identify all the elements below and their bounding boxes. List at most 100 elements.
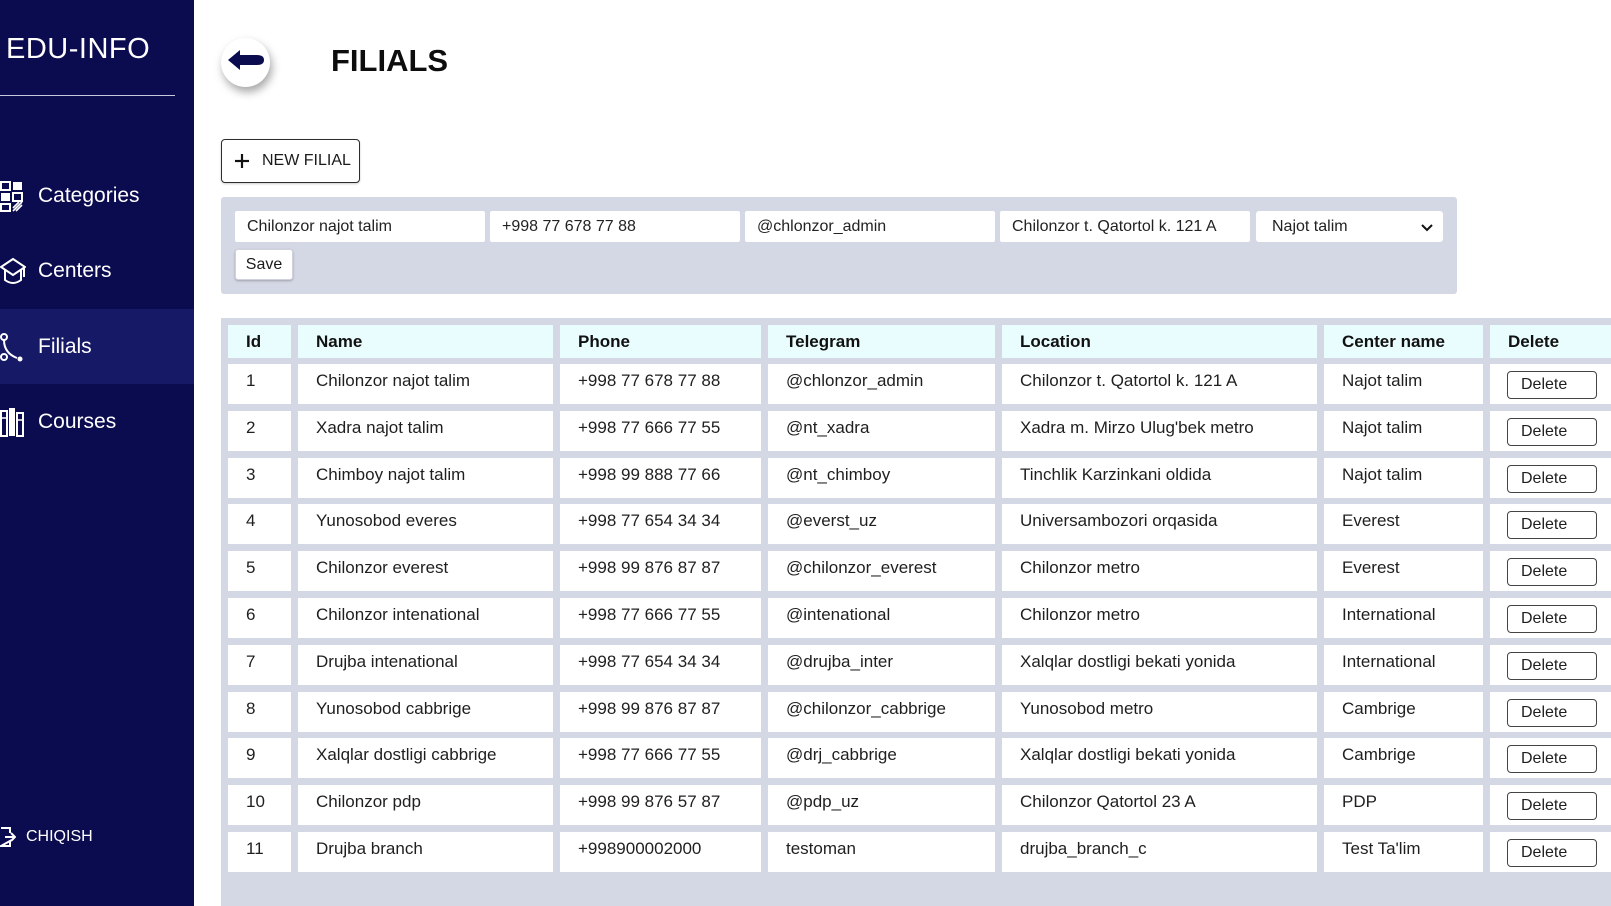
cell-id: 4: [228, 504, 291, 544]
cell-center-name: International: [1324, 645, 1483, 685]
sidebar-item-label: Categories: [38, 183, 140, 207]
cell-id: 11: [228, 832, 291, 872]
cell-center-name: Cambrige: [1324, 738, 1483, 778]
cell-location: Yunosobod metro: [1002, 692, 1317, 732]
telegram-field[interactable]: [745, 211, 995, 242]
cell-delete: Delete: [1490, 551, 1611, 591]
sidebar-item-label: Filials: [38, 334, 92, 358]
cell-delete: Delete: [1490, 364, 1611, 404]
delete-button[interactable]: Delete: [1507, 558, 1597, 586]
cell-location: Tinchlik Karzinkani oldida: [1002, 458, 1317, 498]
cell-telegram: @everst_uz: [768, 504, 995, 544]
delete-button[interactable]: Delete: [1507, 839, 1597, 867]
cell-center-name: Najot talim: [1324, 411, 1483, 451]
cell-name: Chilonzor pdp: [298, 785, 553, 825]
cell-location: Chilonzor metro: [1002, 598, 1317, 638]
cell-center-name: Everest: [1324, 504, 1483, 544]
cell-telegram: @drujba_inter: [768, 645, 995, 685]
cell-phone: +998 77 666 77 55: [560, 411, 761, 451]
cell-delete: Delete: [1490, 598, 1611, 638]
cell-name: Xadra najot talim: [298, 411, 553, 451]
cell-center-name: Najot talim: [1324, 364, 1483, 404]
sidebar-item-filials[interactable]: Filials: [0, 309, 194, 384]
cell-phone: +998 77 654 34 34: [560, 504, 761, 544]
logo-divider: [0, 95, 175, 96]
center-select[interactable]: Najot talim: [1256, 211, 1443, 242]
cell-id: 9: [228, 738, 291, 778]
app-logo: EDU-INFO: [6, 33, 151, 65]
cell-location: Chilonzor Qatortol 23 A: [1002, 785, 1317, 825]
cell-name: Yunosobod everes: [298, 504, 553, 544]
cell-delete: Delete: [1490, 645, 1611, 685]
back-button[interactable]: [221, 38, 270, 87]
location-field[interactable]: [1000, 211, 1250, 242]
column-header-id: Id: [228, 325, 291, 358]
plus-icon: [234, 153, 250, 169]
sidebar-item-courses[interactable]: Courses: [0, 384, 194, 459]
cell-phone: +998 77 678 77 88: [560, 364, 761, 404]
delete-button[interactable]: Delete: [1507, 792, 1597, 820]
phone-field[interactable]: [490, 211, 740, 242]
delete-button[interactable]: Delete: [1507, 511, 1597, 539]
delete-button[interactable]: Delete: [1507, 371, 1597, 399]
cell-delete: Delete: [1490, 411, 1611, 451]
cell-phone: +998900002000: [560, 832, 761, 872]
delete-button[interactable]: Delete: [1507, 652, 1597, 680]
new-filial-button[interactable]: NEW FILIAL: [221, 139, 360, 183]
cell-delete: Delete: [1490, 692, 1611, 732]
cell-center-name: Cambrige: [1324, 692, 1483, 732]
cell-name: Drujba intenational: [298, 645, 553, 685]
cell-id: 5: [228, 551, 291, 591]
cell-location: Xalqlar dostligi bekati yonida: [1002, 738, 1317, 778]
cell-location: Universambozori orqasida: [1002, 504, 1317, 544]
cell-id: 10: [228, 785, 291, 825]
sidebar-item-categories[interactable]: Categories: [0, 158, 194, 233]
sidebar-item-centers[interactable]: Centers: [0, 233, 194, 308]
delete-button[interactable]: Delete: [1507, 418, 1597, 446]
cell-delete: Delete: [1490, 738, 1611, 778]
delete-button[interactable]: Delete: [1507, 605, 1597, 633]
sidebar-item-label: Courses: [38, 409, 117, 433]
cell-phone: +998 77 666 77 55: [560, 598, 761, 638]
cell-name: Xalqlar dostligi cabbrige: [298, 738, 553, 778]
column-header-location: Location: [1002, 325, 1317, 358]
sidebar: EDU-INFO Categories Centers Filials Cour…: [0, 0, 194, 906]
cell-location: Xadra m. Mirzo Ulug'bek metro: [1002, 411, 1317, 451]
cell-center-name: Everest: [1324, 551, 1483, 591]
delete-button[interactable]: Delete: [1507, 745, 1597, 773]
cell-telegram: @nt_chimboy: [768, 458, 995, 498]
cell-location: Xalqlar dostligi bekati yonida: [1002, 645, 1317, 685]
cell-telegram: testoman: [768, 832, 995, 872]
cell-id: 3: [228, 458, 291, 498]
cell-telegram: @chilonzor_everest: [768, 551, 995, 591]
cell-phone: +998 99 876 87 87: [560, 551, 761, 591]
logout-icon: [0, 825, 16, 849]
cell-telegram: @chilonzor_cabbrige: [768, 692, 995, 732]
cell-id: 2: [228, 411, 291, 451]
cell-location: drujba_branch_c: [1002, 832, 1317, 872]
cell-telegram: @intenational: [768, 598, 995, 638]
sidebar-item-label: Centers: [38, 258, 112, 282]
cell-phone: +998 99 888 77 66: [560, 458, 761, 498]
cell-center-name: PDP: [1324, 785, 1483, 825]
filial-form: Najot talim Save: [221, 197, 1457, 294]
cell-phone: +998 77 654 34 34: [560, 645, 761, 685]
cell-phone: +998 77 666 77 55: [560, 738, 761, 778]
column-header-telegram: Telegram: [768, 325, 995, 358]
cell-id: 7: [228, 645, 291, 685]
column-header-phone: Phone: [560, 325, 761, 358]
cell-name: Chilonzor intenational: [298, 598, 553, 638]
delete-button[interactable]: Delete: [1507, 465, 1597, 493]
logout-button[interactable]: CHIQISH: [0, 822, 93, 852]
save-button[interactable]: Save: [235, 249, 293, 280]
cell-center-name: Najot talim: [1324, 458, 1483, 498]
name-field[interactable]: [235, 211, 485, 242]
cell-center-name: International: [1324, 598, 1483, 638]
cell-telegram: @nt_xadra: [768, 411, 995, 451]
delete-button[interactable]: Delete: [1507, 699, 1597, 727]
cell-name: Drujba branch: [298, 832, 553, 872]
courses-icon: [0, 406, 26, 438]
cell-telegram: @chlonzor_admin: [768, 364, 995, 404]
center-select-value: Najot talim: [1272, 217, 1348, 235]
chevron-down-icon: [1421, 220, 1433, 238]
